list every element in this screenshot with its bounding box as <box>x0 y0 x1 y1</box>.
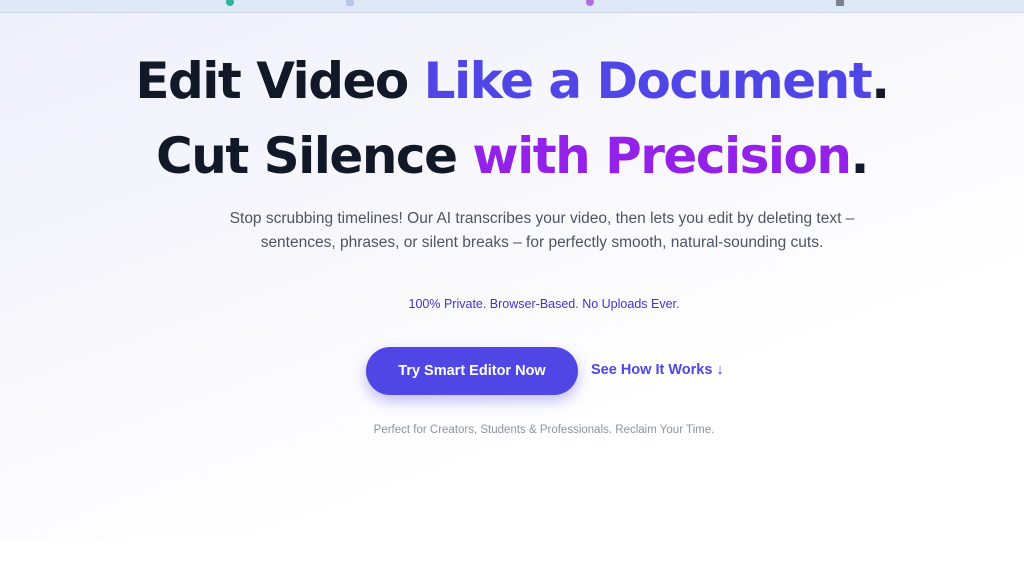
bookmark-favicon-icon[interactable] <box>836 0 844 6</box>
see-how-it-works-link[interactable]: See How It Works ↓ <box>591 362 724 378</box>
try-smart-editor-button[interactable]: Try Smart Editor Now <box>366 347 578 395</box>
headline-line-1-period: . <box>871 52 890 110</box>
headline-line-2-accent: with Precision <box>472 127 852 185</box>
privacy-note: 100% Private. Browser-Based. No Uploads … <box>408 297 680 311</box>
headline-line-1: Edit Video Like a Document. <box>0 56 1024 106</box>
headline-line-2-period: . <box>850 127 869 185</box>
headline-line-2: Cut Silence with Precision. <box>0 131 1024 181</box>
headline-line-1-text: Edit Video <box>135 52 424 110</box>
bookmark-favicon-icon[interactable] <box>226 0 234 6</box>
page-bottom <box>0 541 1024 576</box>
bookmarks-bar <box>0 0 1024 13</box>
headline-line-2-text: Cut Silence <box>156 127 473 185</box>
hero-subtitle: Stop scrubbing timelines! Our AI transcr… <box>229 210 855 251</box>
bookmark-favicon-icon[interactable] <box>346 0 354 6</box>
bookmark-favicon-icon[interactable] <box>586 0 594 6</box>
headline-line-1-accent: Like a Document <box>423 52 873 110</box>
hero-tagline: Perfect for Creators, Students & Profess… <box>373 424 715 436</box>
